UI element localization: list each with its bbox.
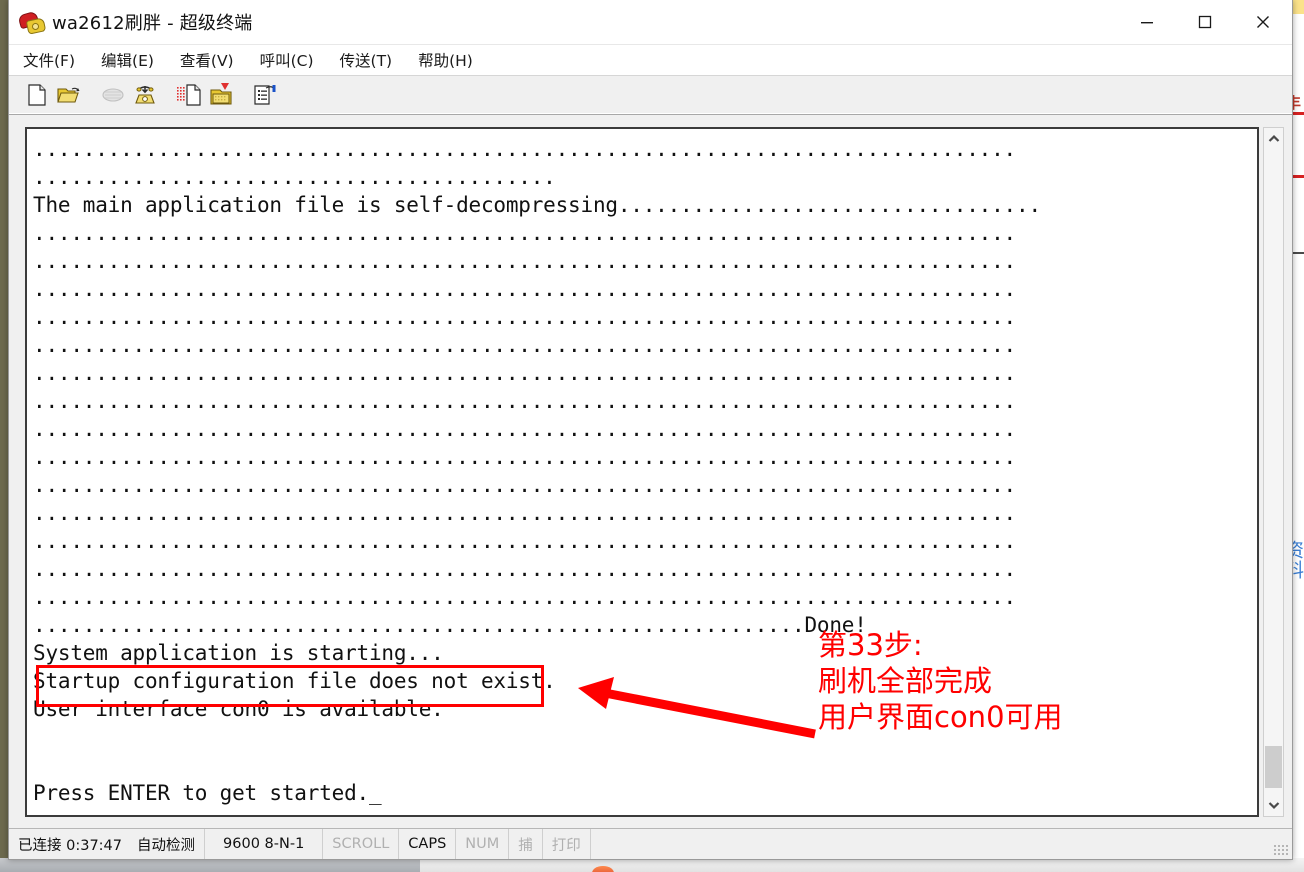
resize-grip[interactable] bbox=[1273, 844, 1289, 856]
terminal-output[interactable]: ........................................… bbox=[33, 135, 1257, 815]
receive-file-icon bbox=[210, 83, 232, 105]
terminal-scrollbar[interactable] bbox=[1263, 127, 1284, 817]
properties-button[interactable] bbox=[251, 81, 279, 109]
menu-item-edit[interactable]: 编辑(E) bbox=[99, 47, 156, 73]
status-serial-settings: 9600 8-N-1 bbox=[205, 829, 324, 859]
properties-icon bbox=[254, 85, 276, 105]
send-file-button[interactable] bbox=[175, 81, 203, 109]
maximize-button[interactable] bbox=[1176, 0, 1234, 44]
minimize-button[interactable] bbox=[1118, 0, 1176, 44]
close-button[interactable] bbox=[1234, 0, 1292, 44]
receive-file-button[interactable] bbox=[207, 81, 235, 109]
scroll-down-button[interactable] bbox=[1264, 794, 1283, 816]
status-bar: 已连接 0:37:47 自动检测 9600 8-N-1 SCROLL CAPS … bbox=[9, 828, 1292, 859]
terminal-frame[interactable]: ........................................… bbox=[25, 127, 1259, 817]
minimize-icon bbox=[1141, 22, 1153, 24]
connect-phone-icon bbox=[135, 86, 155, 104]
menu-bar: 文件(F) 编辑(E) 查看(V) 呼叫(C) 传送(T) 帮助(H) bbox=[9, 45, 1292, 76]
status-num: NUM bbox=[456, 829, 510, 859]
hyperterminal-window: wa2612刷胖 - 超级终端 文件(F) 编辑(E) 查看(V) 呼叫(C) … bbox=[8, 0, 1293, 860]
menu-item-file[interactable]: 文件(F) bbox=[21, 47, 77, 73]
call-button[interactable] bbox=[131, 81, 159, 109]
menu-item-view[interactable]: 查看(V) bbox=[178, 47, 236, 73]
phone-icon bbox=[17, 10, 47, 35]
new-connection-icon bbox=[28, 84, 46, 106]
menu-item-help[interactable]: 帮助(H) bbox=[416, 47, 475, 73]
window-controls bbox=[1118, 0, 1292, 44]
status-filler bbox=[591, 829, 1273, 859]
window-title: wa2612刷胖 - 超级终端 bbox=[52, 13, 253, 34]
title-bar[interactable]: wa2612刷胖 - 超级终端 bbox=[9, 0, 1292, 45]
taskbar-right-strip bbox=[420, 858, 1304, 872]
send-file-icon bbox=[177, 84, 201, 106]
maximize-icon bbox=[1198, 15, 1212, 29]
disconnect-phone-icon bbox=[102, 88, 124, 102]
new-connection-button[interactable] bbox=[23, 81, 51, 109]
menu-item-transfer[interactable]: 传送(T) bbox=[338, 47, 395, 73]
status-scroll: SCROLL bbox=[323, 829, 400, 859]
open-connection-button[interactable] bbox=[55, 81, 83, 109]
taskbar-left-strip bbox=[0, 858, 420, 872]
menu-item-call[interactable]: 呼叫(C) bbox=[258, 47, 316, 73]
status-caps: CAPS bbox=[399, 829, 457, 859]
disconnect-button[interactable] bbox=[99, 81, 127, 109]
open-folder-icon bbox=[57, 87, 80, 103]
status-connection: 已连接 0:37:47 bbox=[18, 837, 123, 854]
status-capture: 捕 bbox=[509, 829, 543, 859]
status-print: 打印 bbox=[543, 829, 591, 859]
scrollbar-thumb[interactable] bbox=[1265, 746, 1282, 788]
toolbar bbox=[9, 76, 1292, 115]
chevron-up-icon bbox=[1268, 135, 1279, 142]
terminal-area: ........................................… bbox=[9, 115, 1292, 828]
status-detection: 自动检测 bbox=[128, 829, 206, 859]
scroll-up-button[interactable] bbox=[1264, 128, 1283, 150]
scrollbar-track[interactable] bbox=[1264, 150, 1283, 794]
chevron-down-icon bbox=[1268, 802, 1279, 809]
close-icon bbox=[1257, 16, 1269, 28]
